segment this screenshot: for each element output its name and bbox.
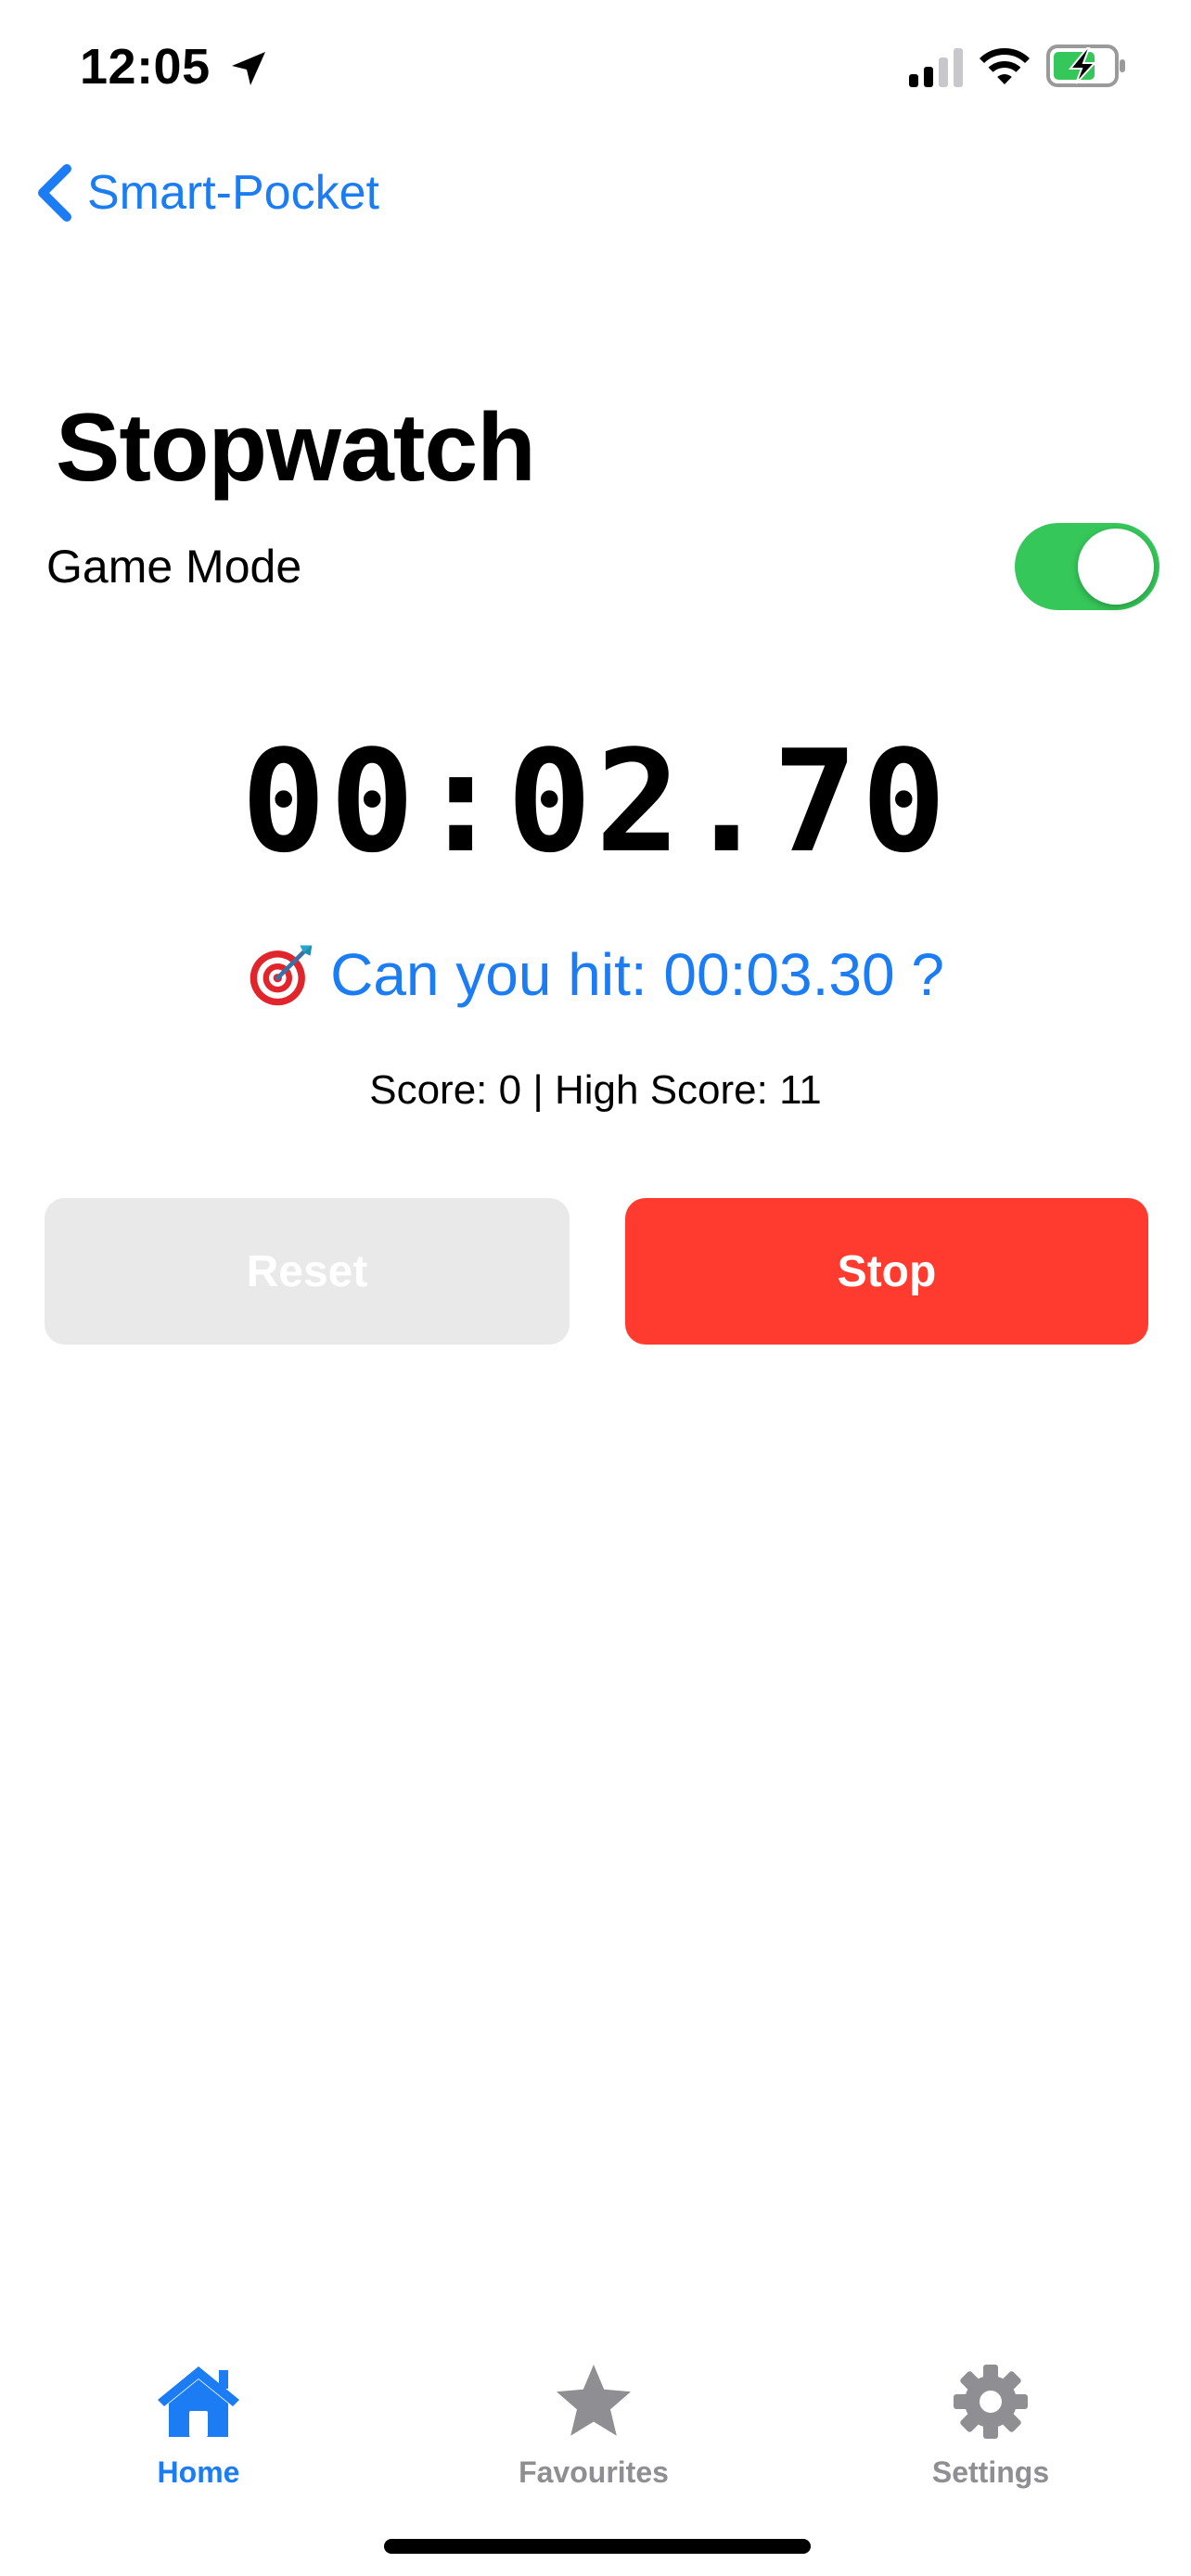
gear-icon [954, 2365, 1028, 2439]
house-icon [158, 2366, 239, 2437]
tab-settings[interactable]: Settings [870, 2363, 1111, 2491]
reset-button[interactable]: Reset [45, 1198, 570, 1345]
tab-favourites[interactable]: Favourites [473, 2363, 714, 2491]
star-icon [557, 2365, 631, 2436]
battery-charging-icon [1046, 45, 1125, 87]
back-button-label: Smart-Pocket [87, 166, 379, 220]
chevron-left-icon [38, 164, 71, 222]
challenge-text: Can you hit: 00:03.30 ? [330, 941, 944, 1008]
page-title: Stopwatch [56, 394, 536, 502]
back-button[interactable]: Smart-Pocket [33, 158, 379, 228]
game-mode-toggle[interactable] [1015, 523, 1159, 610]
game-mode-label: Game Mode [46, 541, 302, 593]
stop-button[interactable]: Stop [625, 1198, 1148, 1345]
tab-home[interactable]: Home [78, 2363, 319, 2491]
score-text: Score: 0 | High Score: 11 [369, 1067, 822, 1113]
challenge-row: Can you hit: 00:03.30 ? [0, 933, 1191, 1016]
target-dart-icon [250, 945, 313, 1006]
status-time: 12:05 [80, 39, 211, 95]
location-arrow-icon [232, 52, 265, 85]
tab-home-label: Home [157, 2455, 240, 2489]
cellular-signal-icon [909, 48, 963, 87]
tab-settings-label: Settings [931, 2455, 1050, 2489]
home-indicator [384, 2539, 811, 2554]
stopwatch-time: 00:02.70 [240, 720, 951, 884]
wifi-icon [980, 48, 1030, 84]
toggle-knob [1078, 529, 1154, 605]
tab-favourites-label: Favourites [519, 2455, 669, 2489]
